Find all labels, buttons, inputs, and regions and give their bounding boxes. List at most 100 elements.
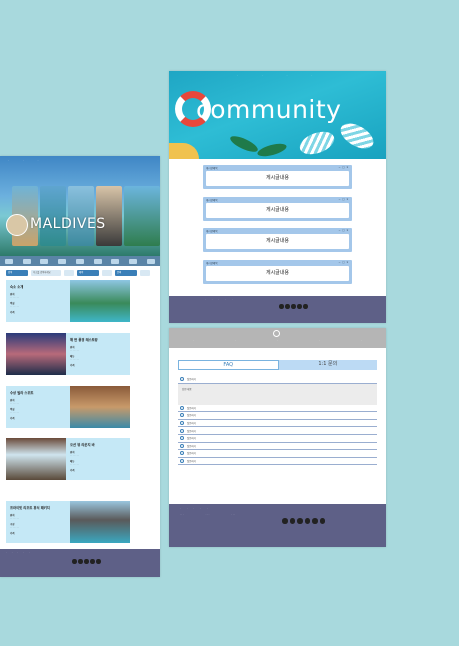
category-icon[interactable] bbox=[22, 258, 31, 264]
community-hero: · · · · community bbox=[169, 71, 386, 159]
social-icon[interactable] bbox=[303, 304, 308, 309]
search-icon bbox=[180, 421, 184, 426]
social-icon[interactable] bbox=[289, 518, 295, 524]
sand-shape bbox=[169, 143, 199, 159]
faq-question[interactable]: 질문하기 bbox=[178, 427, 377, 435]
footer-link[interactable]: · bbox=[225, 298, 226, 301]
footer-link[interactable]: · bbox=[23, 551, 24, 554]
search-icon bbox=[180, 436, 184, 441]
footer-link[interactable]: · bbox=[200, 507, 201, 510]
post-card[interactable]: 게시글제목 − □ × 게시글내용 bbox=[203, 165, 352, 189]
footer-link[interactable]: · bbox=[193, 507, 194, 510]
category-icon[interactable] bbox=[58, 258, 67, 264]
nav-item[interactable]: · bbox=[262, 74, 263, 77]
social-icon[interactable] bbox=[72, 559, 77, 564]
category-icon[interactable] bbox=[4, 258, 13, 264]
social-links bbox=[279, 304, 308, 309]
nav-item[interactable]: · bbox=[287, 74, 288, 77]
footer-link[interactable]: · bbox=[232, 298, 233, 301]
faq-question[interactable]: 질문하기 bbox=[178, 443, 377, 451]
footer-link[interactable]: · bbox=[29, 551, 30, 554]
footer-link[interactable]: · bbox=[180, 507, 181, 510]
category-icon[interactable] bbox=[129, 258, 138, 264]
nav-item[interactable]: · bbox=[277, 339, 278, 342]
resort-card[interactable]: 숙소 소개 위치 · · · · · · · 객실 · · · · · · · … bbox=[6, 280, 130, 322]
footer-link[interactable]: · bbox=[205, 298, 206, 301]
nav-item[interactable]: · bbox=[311, 74, 312, 77]
faq-question[interactable]: 질문하기 bbox=[178, 435, 377, 443]
search-button[interactable]: 검색 bbox=[6, 270, 28, 276]
social-icon[interactable] bbox=[96, 559, 101, 564]
question-text: 질문하기 bbox=[187, 378, 196, 382]
post-body: 게시글내용 bbox=[206, 234, 349, 249]
footer-link[interactable]: · bbox=[212, 298, 213, 301]
nav-item[interactable]: · bbox=[8, 159, 9, 162]
card-title: 오션 뷰 라운지 바 bbox=[70, 443, 95, 447]
nav-item[interactable]: · bbox=[193, 339, 194, 342]
social-icon[interactable] bbox=[297, 518, 303, 524]
resort-card[interactable]: 프라이빗 리조트 휴식 패키지 위치 · · · · · · · 구성 · · … bbox=[6, 501, 130, 543]
resort-card[interactable]: 해 변 풍경 레스토랑 위치 · · · · · · · 메뉴 · · · · … bbox=[6, 333, 130, 375]
faq-question[interactable]: 질문하기 bbox=[178, 412, 377, 420]
resort-photo bbox=[70, 501, 130, 543]
category-icon[interactable] bbox=[93, 258, 102, 264]
resort-card[interactable]: 오션 뷰 라운지 바 위치 · · · · · · · 메뉴 · · · · ·… bbox=[6, 438, 130, 480]
nav-item[interactable]: · bbox=[237, 74, 238, 77]
faq-question[interactable]: 질문하기 bbox=[178, 420, 377, 428]
tab-faq[interactable]: FAQ bbox=[178, 360, 279, 370]
post-title: 게시글제목 bbox=[206, 230, 218, 233]
category-icon[interactable] bbox=[40, 258, 49, 264]
resort-card[interactable]: 수상 빌라 스위트 위치 · · · · · · · 객실 · · · · · … bbox=[6, 386, 130, 428]
card-text: · · · · · · · bbox=[10, 411, 20, 414]
footer-link[interactable]: · bbox=[218, 298, 219, 301]
faq-header: · · · · · bbox=[169, 328, 386, 348]
category-icon[interactable] bbox=[147, 258, 155, 264]
filter-icon[interactable] bbox=[102, 270, 112, 276]
nav-item[interactable]: · bbox=[235, 339, 236, 342]
social-icon[interactable] bbox=[279, 304, 284, 309]
social-icon[interactable] bbox=[297, 304, 302, 309]
footer-link[interactable]: · bbox=[17, 551, 18, 554]
faq-question[interactable]: 질문하기 bbox=[178, 458, 377, 466]
flipflop-icon bbox=[296, 127, 338, 159]
nav-item[interactable]: · bbox=[361, 339, 362, 342]
footer-link[interactable]: · bbox=[187, 507, 188, 510]
window-controls-icon: − □ × bbox=[338, 229, 349, 232]
social-icon[interactable] bbox=[304, 518, 310, 524]
menu-icon[interactable] bbox=[140, 270, 150, 276]
card-text: · · · · · · · bbox=[10, 305, 20, 308]
category-icon[interactable] bbox=[111, 258, 120, 264]
nav-item[interactable]: · bbox=[23, 159, 24, 162]
social-icon[interactable] bbox=[312, 518, 318, 524]
nav-item[interactable]: · bbox=[38, 159, 39, 162]
post-card[interactable]: 게시글제목 − □ × 게시글내용 bbox=[203, 259, 352, 284]
faq-question[interactable]: 질문하기 bbox=[178, 405, 377, 413]
social-icon[interactable] bbox=[90, 559, 95, 564]
social-icon[interactable] bbox=[291, 304, 296, 309]
footer-column: · · · bbox=[205, 513, 210, 516]
footer-link[interactable]: · bbox=[207, 507, 208, 510]
footer-link[interactable]: · bbox=[6, 551, 7, 554]
post-card[interactable]: 게시글제목 − □ × 게시글내용 bbox=[203, 196, 352, 221]
search-icon[interactable] bbox=[64, 270, 74, 276]
social-icon[interactable] bbox=[319, 518, 325, 524]
post-card[interactable]: 게시글제목 − □ × 게시글내용 bbox=[203, 228, 352, 252]
social-icon[interactable] bbox=[285, 304, 290, 309]
logo-icon[interactable] bbox=[273, 330, 280, 337]
footer-link[interactable]: · bbox=[12, 551, 13, 554]
card-text: · · · · · · · bbox=[10, 526, 20, 529]
inquiry-button[interactable]: 문의 bbox=[115, 270, 137, 276]
card-title: 프라이빗 리조트 휴식 패키지 bbox=[10, 506, 50, 510]
question-text: 질문하기 bbox=[187, 437, 196, 441]
social-icon[interactable] bbox=[84, 559, 89, 564]
faq-question[interactable]: 질문하기 bbox=[178, 376, 377, 384]
category-icon[interactable] bbox=[75, 258, 84, 264]
social-icon[interactable] bbox=[282, 518, 288, 524]
social-icon[interactable] bbox=[78, 559, 83, 564]
nav-item[interactable]: · bbox=[319, 339, 320, 342]
tab-inquiry[interactable]: 1:1 문의 bbox=[278, 360, 377, 370]
search-input[interactable]: 숙소를 검색하세요 bbox=[31, 270, 61, 276]
resort-photo bbox=[70, 280, 130, 322]
reserve-button[interactable]: 예약 bbox=[77, 270, 99, 276]
faq-question[interactable]: 질문하기 bbox=[178, 450, 377, 458]
